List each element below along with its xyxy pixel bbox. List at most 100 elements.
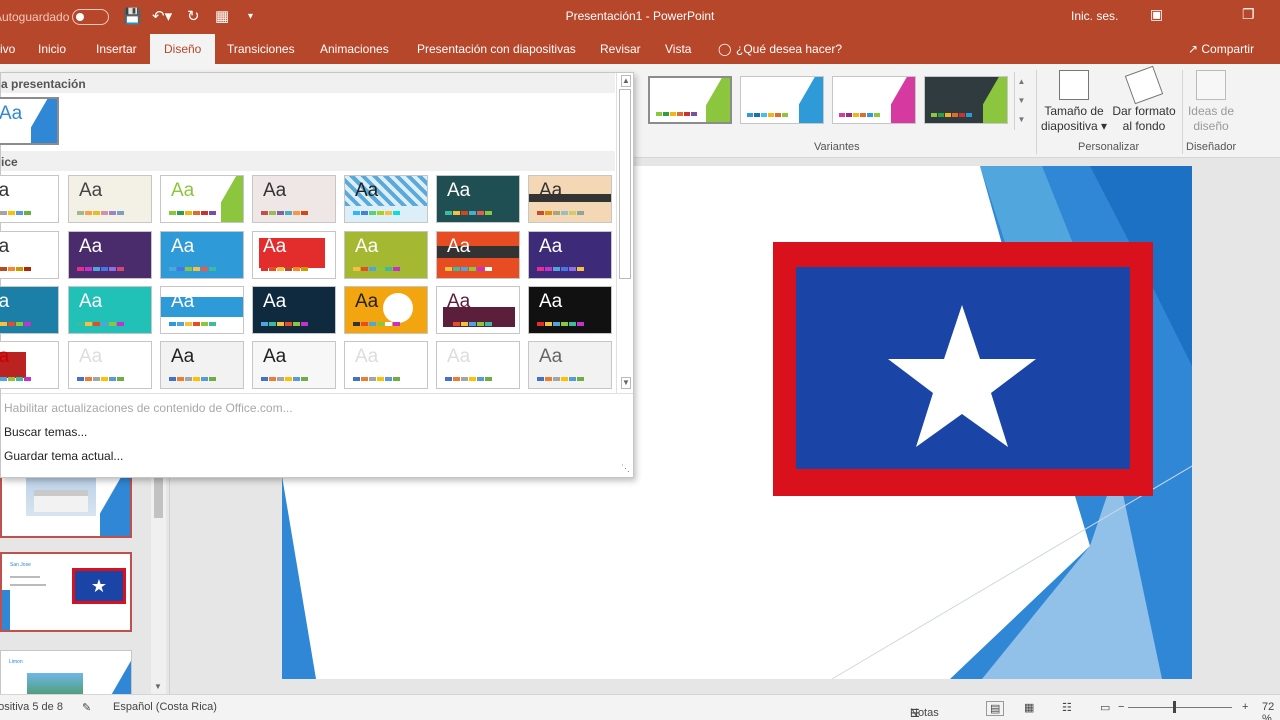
ribbon-display-options-icon[interactable]: ▣	[1150, 6, 1163, 23]
spellcheck-icon[interactable]: ✎	[82, 701, 91, 714]
browse-themes-link[interactable]: Buscar temas...	[4, 425, 87, 439]
theme-option-22[interactable]: Aa	[0, 341, 59, 389]
flag-image[interactable]	[773, 242, 1153, 496]
slide-indicator: positiva 5 de 8	[0, 701, 63, 713]
variant-blue[interactable]	[740, 76, 824, 124]
theme-option-12[interactable]: Aa	[344, 231, 428, 279]
theme-option-17[interactable]: Aa	[160, 286, 244, 334]
gallery-down-icon[interactable]: ▼	[1015, 91, 1028, 110]
status-bar: positiva 5 de 8 ✎ Español (Costa Rica) ☰…	[0, 694, 1280, 720]
variant-green[interactable]	[648, 76, 732, 124]
theme-option-16[interactable]: Aa	[68, 286, 152, 334]
theme-sample-text: Aa	[263, 180, 287, 201]
variant-dark[interactable]	[924, 76, 1008, 124]
tab-view[interactable]: Vista	[665, 42, 691, 56]
zoom-level[interactable]: 72 %	[1262, 701, 1280, 720]
enable-updates-link[interactable]: Habilitar actualizaciones de contenido d…	[4, 401, 293, 415]
slide-left-shape	[282, 476, 316, 679]
variants-gallery-scroll: ▲ ▼ ▼	[1014, 72, 1028, 130]
theme-sample-text: Aa	[539, 291, 563, 312]
lightbulb-icon: ◯	[718, 42, 732, 56]
zoom-out-icon[interactable]: −	[1118, 701, 1124, 713]
tab-slideshow[interactable]: Presentación con diapositivas	[417, 42, 576, 56]
theme-option-1[interactable]: Aa	[0, 175, 59, 223]
dropdown-scrollbar[interactable]: ▲ ▼	[616, 73, 633, 393]
theme-sample-text: Aa	[0, 291, 9, 313]
theme-option-13[interactable]: Aa	[436, 231, 520, 279]
normal-view-icon[interactable]: ▤	[986, 701, 1005, 716]
scroll-up-icon[interactable]: ▲	[621, 75, 631, 87]
theme-current[interactable]: Aa	[0, 97, 59, 145]
theme-option-20[interactable]: Aa	[436, 286, 520, 334]
theme-option-9[interactable]: Aa	[68, 231, 152, 279]
slideshow-view-icon[interactable]: ▭	[1100, 701, 1110, 714]
restore-window-icon[interactable]: ❐	[1242, 6, 1255, 23]
theme-sample-text: Aa	[539, 236, 563, 257]
theme-option-28[interactable]: Aa	[528, 341, 612, 389]
theme-sample-text: Aa	[355, 236, 379, 257]
theme-option-11[interactable]: Aa	[252, 231, 336, 279]
tab-review[interactable]: Revisar	[600, 42, 641, 56]
design-ideas-button[interactable]: Ideas de diseño	[1186, 70, 1236, 134]
themes-dropdown: a presentación Aa ice Aa Aa Aa Aa Aa Aa Aa Aa Aa…	[0, 72, 634, 478]
tab-design[interactable]: Diseño	[150, 34, 216, 64]
sign-in-link[interactable]: Inic. ses.	[1071, 9, 1118, 23]
theme-option-15[interactable]: Aa	[0, 286, 59, 334]
scroll-down-icon[interactable]: ▼	[621, 377, 631, 389]
theme-option-26[interactable]: Aa	[344, 341, 428, 389]
language-indicator[interactable]: Español (Costa Rica)	[113, 701, 217, 713]
theme-sample-text: Aa	[79, 236, 103, 257]
gallery-more-icon[interactable]: ▼	[1015, 110, 1028, 129]
section-this-presentation: a presentación	[1, 73, 615, 93]
save-theme-link[interactable]: Guardar tema actual...	[4, 449, 123, 463]
scroll-down-icon[interactable]: ▼	[154, 682, 162, 691]
slide-size-button[interactable]: Tamaño de diapositiva ▾	[1040, 70, 1108, 134]
gallery-up-icon[interactable]: ▲	[1015, 72, 1028, 91]
theme-option-25[interactable]: Aa	[252, 341, 336, 389]
theme-option-3[interactable]: Aa	[160, 175, 244, 223]
variants-group-label: Variantes	[814, 141, 860, 153]
reading-view-icon[interactable]: ☷	[1062, 701, 1072, 714]
theme-option-4[interactable]: Aa	[252, 175, 336, 223]
ribbon-tabs: ivo Inicio Insertar Diseño Transiciones …	[0, 34, 1280, 64]
theme-sample-text: Aa	[0, 346, 9, 368]
theme-option-10[interactable]: Aa	[160, 231, 244, 279]
variant-pink[interactable]	[832, 76, 916, 124]
theme-sample-text: Aa	[171, 180, 195, 201]
theme-option-21[interactable]: Aa	[528, 286, 612, 334]
zoom-in-icon[interactable]: +	[1242, 701, 1248, 713]
zoom-slider-knob[interactable]	[1173, 701, 1176, 713]
theme-sample-text: Aa	[171, 346, 195, 367]
theme-option-5[interactable]: Aa	[344, 175, 428, 223]
theme-option-24[interactable]: Aa	[160, 341, 244, 389]
designer-group-label: Diseñador	[1186, 141, 1237, 153]
tab-home[interactable]: Inicio	[38, 42, 66, 56]
theme-option-27[interactable]: Aa	[436, 341, 520, 389]
theme-sample-text: Aa	[0, 236, 9, 258]
theme-option-19[interactable]: Aa	[344, 286, 428, 334]
tab-file[interactable]: ivo	[0, 42, 15, 56]
tab-animations[interactable]: Animaciones	[320, 42, 389, 56]
tab-insert[interactable]: Insertar	[96, 42, 137, 56]
theme-sample-text: Aa	[263, 236, 287, 257]
theme-sample-text: Aa	[539, 346, 563, 367]
resize-grip-icon[interactable]: ⋱	[621, 463, 630, 474]
zoom-slider[interactable]	[1128, 707, 1232, 708]
theme-sample-text: Aa	[79, 180, 103, 201]
format-background-button[interactable]: Dar formato al fondo	[1108, 65, 1180, 134]
format-background-icon	[1124, 65, 1164, 105]
slide-sorter-icon[interactable]: ▦	[1024, 701, 1034, 714]
theme-option-18[interactable]: Aa	[252, 286, 336, 334]
theme-option-2[interactable]: Aa	[68, 175, 152, 223]
tell-me-search[interactable]: ¿Qué desea hacer?	[736, 42, 842, 56]
theme-option-23[interactable]: Aa	[68, 341, 152, 389]
theme-option-7[interactable]: Aa	[528, 175, 612, 223]
share-button[interactable]: ↗ Compartir	[1188, 42, 1254, 56]
theme-sample-text: Aa	[171, 236, 195, 257]
theme-option-8[interactable]: Aa	[0, 231, 59, 279]
theme-option-14[interactable]: Aa	[528, 231, 612, 279]
theme-sample-text: Aa	[447, 346, 471, 367]
theme-option-6[interactable]: Aa	[436, 175, 520, 223]
tab-transitions[interactable]: Transiciones	[227, 42, 295, 56]
slide-thumbnail-5-selected[interactable]: San Jose ★	[0, 552, 132, 632]
